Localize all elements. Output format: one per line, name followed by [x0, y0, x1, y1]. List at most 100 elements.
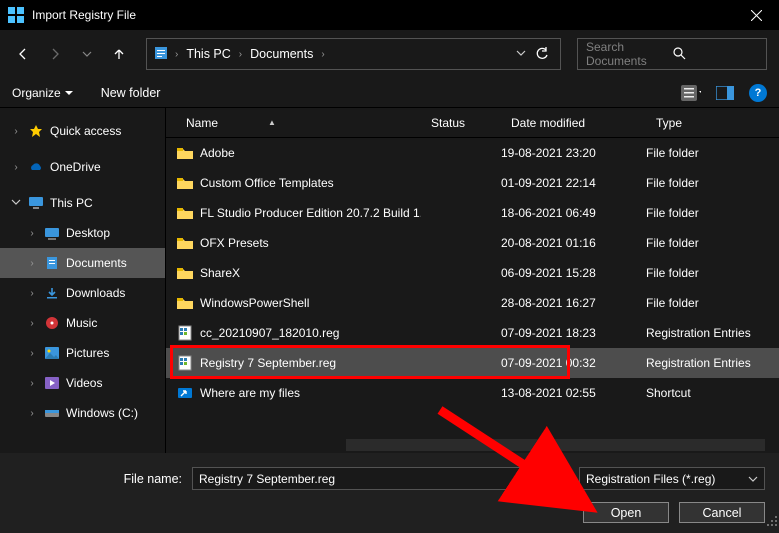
file-type: File folder [646, 206, 779, 220]
chevron-right-icon[interactable]: › [10, 162, 22, 173]
tree-label: Downloads [66, 286, 125, 300]
tree-desktop[interactable]: › Desktop [0, 218, 165, 248]
recent-dropdown[interactable] [76, 43, 98, 65]
file-row[interactable]: WindowsPowerShell28-08-2021 16:27File fo… [166, 288, 779, 318]
tree-downloads[interactable]: › Downloads [0, 278, 165, 308]
address-bar[interactable]: › This PC › Documents › [146, 38, 561, 70]
file-type: File folder [646, 296, 779, 310]
tree-label: Videos [66, 376, 102, 390]
file-name: Where are my files [200, 386, 300, 400]
file-type: File folder [646, 176, 779, 190]
forward-button[interactable] [44, 43, 66, 65]
folder-icon [176, 204, 194, 222]
back-button[interactable] [12, 43, 34, 65]
tree-label: Quick access [50, 124, 121, 138]
file-list[interactable]: Name▲ Status Date modified Type Adobe19-… [166, 108, 779, 453]
tree-windows-c[interactable]: › Windows (C:) [0, 398, 165, 428]
breadcrumb-this-pc[interactable]: This PC [184, 47, 232, 61]
help-button[interactable]: ? [749, 84, 767, 102]
title-bar: Import Registry File [0, 0, 779, 30]
chevron-right-icon[interactable]: › [10, 126, 22, 137]
open-button[interactable]: Open [583, 502, 669, 523]
window-title: Import Registry File [32, 8, 733, 22]
horizontal-scrollbar[interactable] [346, 439, 765, 451]
chevron-down-icon[interactable] [552, 474, 562, 484]
tree-documents[interactable]: › Documents [0, 248, 165, 278]
filename-input[interactable]: Registry 7 September.reg [192, 467, 569, 490]
file-date: 07-09-2021 18:23 [501, 326, 646, 340]
new-folder-button[interactable]: New folder [101, 86, 161, 100]
file-name: Custom Office Templates [200, 176, 334, 190]
file-name: FL Studio Producer Edition 20.7.2 Build … [200, 206, 421, 220]
file-row[interactable]: Registry 7 September.reg07-09-2021 00:32… [166, 348, 779, 378]
close-button[interactable] [733, 0, 779, 30]
file-row[interactable]: Custom Office Templates 01-09-2021 22:14F… [166, 168, 779, 198]
folder-icon [176, 264, 194, 282]
file-row[interactable]: Adobe19-08-2021 23:20File folder [166, 138, 779, 168]
file-type: Registration Entries [646, 356, 779, 370]
search-placeholder: Search Documents [586, 40, 672, 68]
col-date[interactable]: Date modified [511, 116, 656, 130]
organize-button[interactable]: Organize [12, 86, 73, 100]
file-name: ShareX [200, 266, 240, 280]
file-row[interactable]: ShareX06-09-2021 15:28File folder [166, 258, 779, 288]
chevron-right-icon[interactable]: › [237, 49, 244, 60]
chevron-down-icon[interactable] [748, 474, 758, 484]
file-type-filter[interactable]: Registration Files (*.reg) [579, 467, 765, 490]
col-name[interactable]: Name [186, 116, 218, 130]
tree-label: Documents [66, 256, 127, 270]
up-button[interactable] [108, 43, 130, 65]
downloads-icon [44, 285, 60, 301]
file-row[interactable]: Where are my files13-08-2021 02:55Shortc… [166, 378, 779, 408]
file-name: OFX Presets [200, 236, 269, 250]
cancel-button[interactable]: Cancel [679, 502, 765, 523]
pictures-icon [44, 345, 60, 361]
tree-music[interactable]: › Music [0, 308, 165, 338]
column-headers[interactable]: Name▲ Status Date modified Type [166, 108, 779, 138]
chevron-down-icon[interactable] [10, 197, 22, 210]
resize-grip[interactable] [766, 515, 778, 527]
chevron-right-icon[interactable]: › [173, 49, 180, 60]
col-type[interactable]: Type [656, 116, 779, 130]
tree-pictures[interactable]: › Pictures [0, 338, 165, 368]
file-date: 06-09-2021 15:28 [501, 266, 646, 280]
tree-label: Pictures [66, 346, 109, 360]
close-icon [751, 10, 762, 21]
file-date: 20-08-2021 01:16 [501, 236, 646, 250]
preview-pane-button[interactable] [715, 83, 735, 103]
file-row[interactable]: FL Studio Producer Edition 20.7.2 Build … [166, 198, 779, 228]
file-name: Adobe [200, 146, 235, 160]
view-mode-button[interactable] [681, 83, 701, 103]
file-date: 01-09-2021 22:14 [501, 176, 646, 190]
filename-value: Registry 7 September.reg [199, 472, 552, 486]
reg-icon [176, 324, 194, 342]
file-type: Registration Entries [646, 326, 779, 340]
file-row[interactable]: cc_20210907_182010.reg07-09-2021 18:23Re… [166, 318, 779, 348]
nav-bar: › This PC › Documents › Search Documents [0, 30, 779, 78]
search-input[interactable]: Search Documents [577, 38, 767, 70]
desktop-icon [44, 225, 60, 241]
tree-videos[interactable]: › Videos [0, 368, 165, 398]
tree-label: Windows (C:) [66, 406, 138, 420]
music-icon [44, 315, 60, 331]
col-status[interactable]: Status [431, 116, 511, 130]
footer: File name: Registry 7 September.reg Regi… [0, 453, 779, 533]
filename-label: File name: [14, 472, 182, 486]
filter-value: Registration Files (*.reg) [586, 472, 715, 486]
reg-icon [176, 354, 194, 372]
tree-this-pc[interactable]: This PC [0, 188, 165, 218]
toolbar: Organize New folder ? [0, 78, 779, 108]
address-dropdown[interactable] [516, 47, 526, 61]
tree-label: Desktop [66, 226, 110, 240]
breadcrumb-documents[interactable]: Documents [248, 47, 315, 61]
chevron-right-icon[interactable]: › [319, 49, 326, 60]
tree-label: This PC [50, 196, 93, 210]
tree-quick-access[interactable]: › Quick access [0, 116, 165, 146]
tree-onedrive[interactable]: › OneDrive [0, 152, 165, 182]
folder-icon [176, 234, 194, 252]
refresh-button[interactable] [530, 47, 554, 61]
star-icon [28, 123, 44, 139]
file-row[interactable]: OFX Presets20-08-2021 01:16File folder [166, 228, 779, 258]
file-name: Registry 7 September.reg [200, 356, 336, 370]
navigation-tree[interactable]: › Quick access › OneDrive This PC › Desk… [0, 108, 166, 453]
